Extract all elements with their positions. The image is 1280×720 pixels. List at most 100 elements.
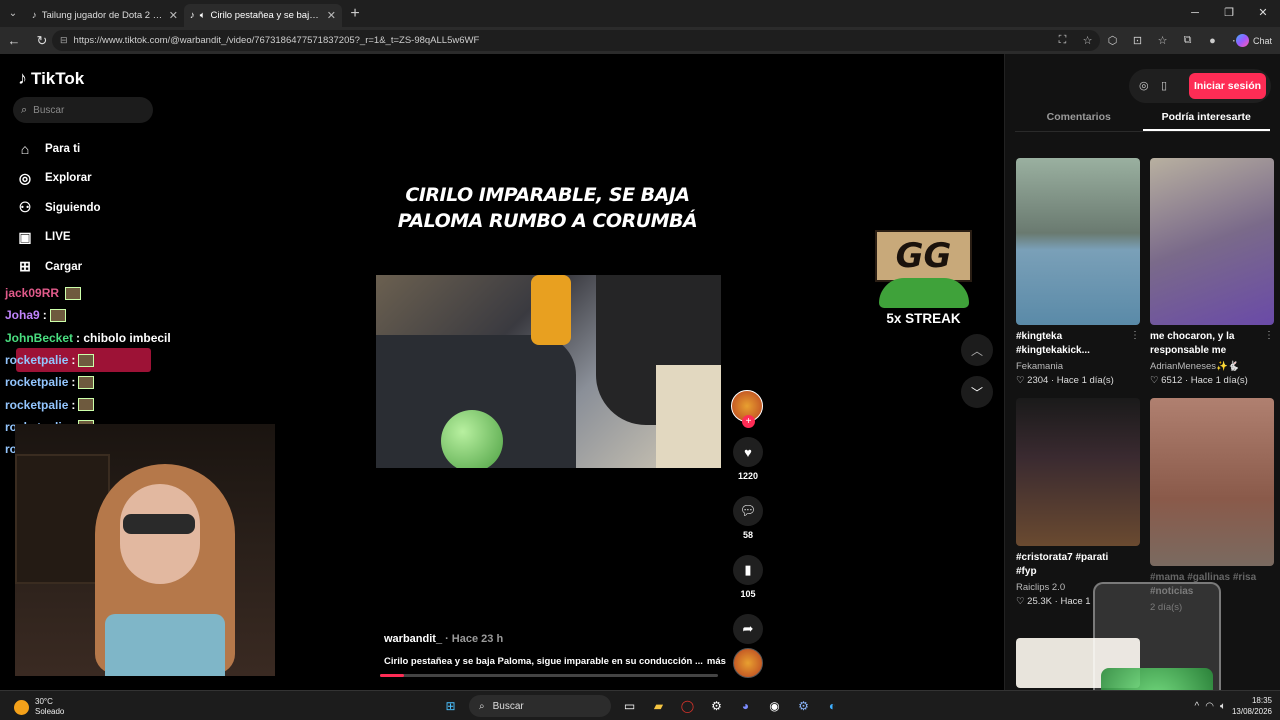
sidebar-item-label: Cargar [45,260,83,273]
sidebar-item-siguiendo[interactable]: ⚇ Siguiendo [17,193,101,223]
previous-video-button[interactable]: ︿ [961,334,993,366]
obs-icon[interactable]: ◉ [764,696,785,717]
site-info-icon[interactable]: ⊟ [60,35,68,46]
taskbar-search[interactable]: ⌕ Buscar [469,695,611,717]
speaker-icon[interactable]: 🔈︎ [200,10,206,21]
card-meta: ♡ 6512 · Hace 1 día(s) [1150,375,1248,386]
video-player[interactable] [376,275,721,468]
extensions-icon[interactable]: ⬡ [1102,34,1123,47]
video-author[interactable]: warbandit_ · Hace 23 h [384,633,503,645]
card-title: me chocaron, y la responsable me quería.… [1150,331,1235,356]
comment-icon[interactable]: 💬︎ [733,496,763,526]
video-username[interactable]: warbandit_ [384,633,442,645]
tab-podria-interesarte[interactable]: Podría interesarte [1142,106,1270,131]
app-icon[interactable]: ⚙ [706,696,727,717]
sidebar-item-live[interactable]: ▣ LIVE [17,223,101,253]
new-tab-button[interactable]: + [342,5,368,23]
recommendation-card[interactable]: me chocaron, y la responsable me quería.… [1150,158,1274,386]
browser-tab[interactable]: ♪ Tailung jugador de Dota 2 peruano ✕ [26,4,184,27]
sunglasses [123,514,195,534]
card-author[interactable]: Fekamania [1016,361,1140,372]
tab-comentarios[interactable]: Comentarios [1015,106,1143,131]
chat-text: : [71,397,76,412]
device-icon[interactable]: ▯ [1161,79,1167,92]
music-disc-avatar[interactable] [733,648,763,678]
more-link[interactable]: más [707,656,726,667]
close-tab-icon[interactable]: ✕ [169,9,178,22]
card-author[interactable]: AdrianMeneses✨🐇 [1150,361,1274,372]
card-more-icon[interactable]: ⋮ [1130,330,1140,341]
tiktok-logo[interactable]: ♪ TikTok [18,68,84,89]
translate-icon[interactable]: ⛶ [1052,34,1073,47]
collections-icon[interactable]: ⧉ [1177,34,1198,47]
task-view-icon[interactable]: ▭ [619,696,640,717]
compass-icon: ◎ [18,169,32,186]
favorites-icon[interactable]: ☆ [1152,34,1173,47]
card-likes: 25.3K [1027,596,1052,607]
volume-icon[interactable]: 🔈︎ [1220,701,1226,712]
maximize-icon[interactable]: ❐ [1212,0,1246,27]
next-video-button[interactable]: ﹀ [961,376,993,408]
follow-plus-icon[interactable]: + [742,415,755,428]
upload-icon: ⊞ [19,258,31,275]
sidebar-item-label: LIVE [45,231,71,244]
taskbar-clock[interactable]: 18:35 13/08/2026 [1232,695,1272,717]
live-icon: ▣ [18,228,32,245]
wifi-icon[interactable]: ◠ [1205,701,1214,712]
chat-message: Joha9: [5,304,171,326]
minimize-icon[interactable]: ─ [1178,0,1212,27]
close-tab-icon[interactable]: ✕ [327,9,336,22]
video-caption-text: CIRILO IMPARABLE, SE BAJA PALOMA RUMBO A… [397,184,698,232]
settings-icon[interactable]: ⚙ [793,696,814,717]
heart-icon[interactable]: ♥ [733,437,763,467]
gg-streak-overlay: GG 5x STREAK [875,230,972,326]
video-thumbnail[interactable] [1016,398,1140,546]
address-bar[interactable]: ⊟ https://www.tiktok.com/@warbandit_/vid… [52,30,1100,51]
card-meta: ♡ 2304 · Hace 1 día(s) [1016,375,1114,386]
chat-text: : [42,308,47,323]
opera-icon[interactable]: ◯ [677,696,698,717]
gg-emote-icon [78,375,95,389]
card-time: Hace 1 [1060,596,1091,607]
close-window-icon[interactable]: ✕ [1246,0,1280,27]
weather-widget[interactable]: 30°C Soleado [14,697,64,717]
copilot-chat-button[interactable]: Chat [1235,32,1272,49]
video-progress-bar[interactable] [380,674,718,677]
share-icon[interactable]: ➦ [733,614,763,644]
recommendation-card[interactable]: #cristorata7 #parati #fyp Raiclips 2.0 ♡… [1016,398,1140,607]
copilot-icon [1235,34,1249,47]
card-more-icon[interactable]: ⋮ [1264,330,1274,341]
edge-icon[interactable]: ◐ [822,696,843,717]
search-input[interactable]: ⌕ Buscar [13,97,153,123]
discord-icon[interactable]: ◕ [735,696,756,717]
windows-start-icon[interactable]: ⊞ [440,696,461,717]
compass-small-icon[interactable]: ◎ [1139,79,1149,92]
chat-username: jack09RR [5,286,60,301]
profile-avatar[interactable]: ● [1202,35,1223,47]
back-icon[interactable]: ← [0,33,28,48]
toolbar-icons: ⛶ ☆ ⬡ ⊡ ☆ ⧉ ● ⋯ [1052,27,1248,54]
tab-actions-icon[interactable]: ⌄ [0,0,26,27]
video-thumbnail[interactable] [1150,398,1274,566]
recommendation-card[interactable]: #mama #gallinas #risa #noticias 2 día(s) [1150,398,1274,613]
author-avatar[interactable]: + [731,390,763,428]
save-action: ▮ 105 [731,555,765,599]
video-thumbnail[interactable] [1150,158,1274,325]
sidebar-item-para-ti[interactable]: ⌂ Para ti [17,134,101,164]
recommendation-card[interactable]: #kingteka #kingtekakick... ⋮ Fekamania ♡… [1016,158,1140,386]
sidebar-item-explorar[interactable]: ◎ Explorar [17,164,101,194]
browser-tab-active[interactable]: ♪ 🔈︎ Cirilo pestañea y se baja Paloma ✕ [184,4,342,27]
bookmark-icon[interactable]: ▮ [733,555,763,585]
tiktok-page: ♪ TikTok ⌕ Buscar ⌂ Para ti ◎ Explorar ⚇… [0,54,1280,720]
sidebar-item-cargar[interactable]: ⊞ Cargar [17,252,101,282]
chevron-up-icon[interactable]: ^ [1195,701,1200,712]
card-title: #kingteka #kingtekakick... [1016,331,1090,356]
streak-label: 5x STREAK [886,311,961,326]
login-button[interactable]: Iniciar sesión [1189,73,1266,99]
chat-username: rocketpalie [5,375,69,390]
file-explorer-icon[interactable]: ▰ [648,696,669,717]
pepe-frog-icon [878,278,969,308]
split-screen-icon[interactable]: ⊡ [1127,34,1148,47]
favorite-star-icon[interactable]: ☆ [1077,34,1098,47]
video-thumbnail[interactable] [1016,158,1140,325]
